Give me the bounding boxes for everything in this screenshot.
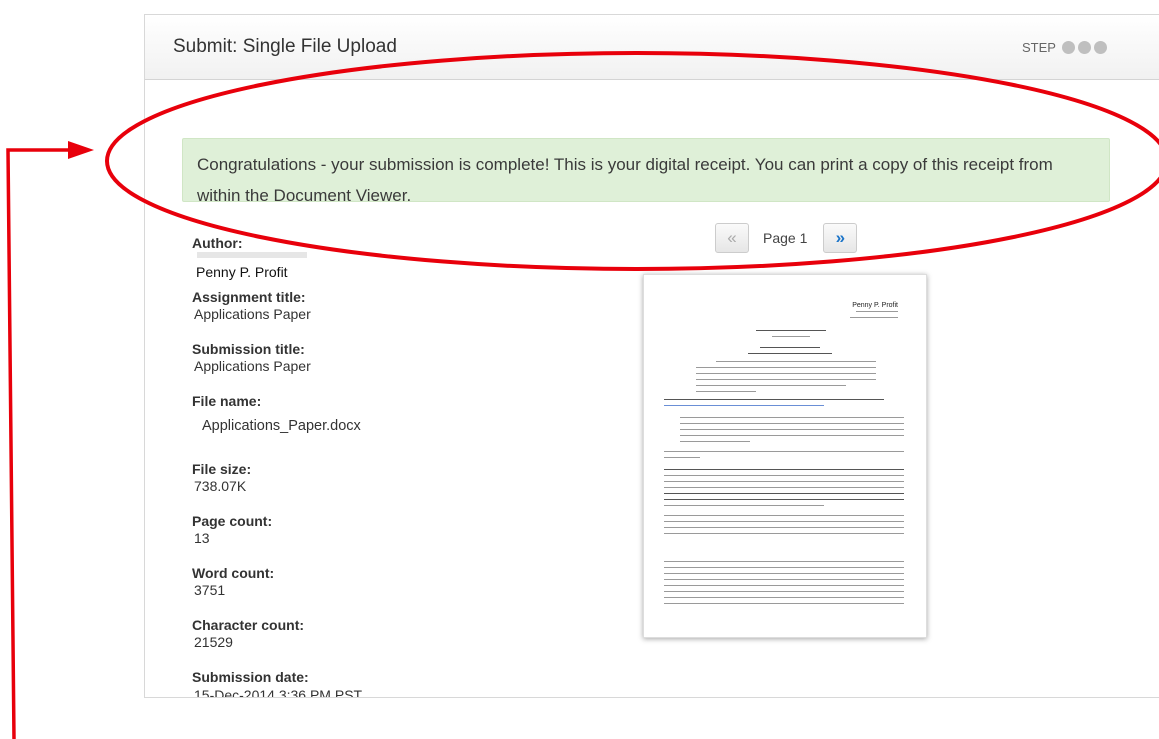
- preview-line: [664, 597, 904, 599]
- step-dots: [1061, 41, 1110, 54]
- page-count-value: 13: [194, 530, 210, 546]
- submission-date-label: Submission date:: [192, 669, 309, 685]
- assignment-title-value: Applications Paper: [194, 306, 311, 322]
- preview-line: [772, 336, 810, 338]
- preview-line: [664, 493, 904, 495]
- preview-line: [664, 527, 904, 529]
- preview-author: Penny P. Profit: [852, 302, 898, 309]
- submission-title-value: Applications Paper: [194, 358, 311, 374]
- preview-line: [680, 435, 904, 437]
- preview-line: [664, 469, 904, 471]
- preview-line: [664, 405, 824, 407]
- preview-line: [696, 367, 876, 369]
- preview-line: [664, 499, 904, 501]
- preview-line: [756, 330, 826, 332]
- preview-line: [664, 487, 904, 489]
- step-label: STEP: [1022, 40, 1056, 55]
- preview-line: [664, 505, 824, 507]
- page-label: Page 1: [763, 230, 808, 246]
- submission-panel: Submit: Single File Upload STEP Congratu…: [144, 14, 1159, 698]
- file-size-value: 738.07K: [194, 478, 247, 494]
- preview-line: [680, 441, 750, 443]
- preview-line: [664, 561, 904, 563]
- page-count-label: Page count:: [192, 513, 273, 529]
- panel-title: Submit: Single File Upload: [173, 36, 397, 57]
- character-count-label: Character count:: [192, 617, 305, 633]
- submission-date-value: 15-Dec-2014 3:36 PM PST: [194, 687, 363, 698]
- author-value: Penny P. Profit: [196, 264, 288, 280]
- word-count-value: 3751: [194, 582, 226, 598]
- word-count-label: Word count:: [192, 565, 275, 581]
- red-arrow-head: [68, 141, 94, 159]
- preview-line: [664, 567, 904, 569]
- preview-line: [664, 399, 884, 401]
- preview-line: [716, 361, 876, 363]
- preview-line: [850, 317, 898, 319]
- author-label: Author:: [192, 235, 243, 251]
- next-page-button[interactable]: »: [823, 223, 858, 253]
- panel-header: Submit: Single File Upload STEP: [145, 15, 1159, 80]
- preview-line: [748, 353, 832, 355]
- file-size-label: File size:: [192, 461, 252, 477]
- preview-line: [664, 457, 700, 459]
- success-alert: Congratulations - your submission is com…: [182, 138, 1110, 205]
- preview-line: [664, 515, 904, 517]
- preview-line: [664, 475, 904, 477]
- step-dot-2: [1077, 41, 1091, 54]
- step-dot-1: [1061, 41, 1075, 54]
- page-navigator: « Page 1 »: [715, 222, 858, 254]
- character-count-value: 21529: [194, 634, 233, 650]
- preview-line: [696, 373, 876, 375]
- preview-line: [664, 533, 904, 535]
- preview-line: [664, 481, 904, 483]
- preview-line: [664, 603, 904, 605]
- preview-line: [664, 573, 904, 575]
- preview-line: [664, 591, 904, 593]
- preview-line: [696, 391, 756, 393]
- preview-line: [680, 417, 904, 419]
- preview-line: [696, 385, 846, 387]
- preview-line: [664, 451, 904, 453]
- step-dot-3: [1093, 41, 1107, 54]
- file-name-label: File name:: [192, 393, 262, 409]
- submission-title-label: Submission title:: [192, 341, 305, 357]
- previous-page-button[interactable]: «: [715, 223, 749, 253]
- assignment-title-label: Assignment title:: [192, 289, 306, 305]
- red-arrow-line: [6, 148, 80, 739]
- file-name-value: Applications_Paper.docx: [202, 418, 361, 434]
- preview-line: [680, 423, 904, 425]
- preview-line: [664, 579, 904, 581]
- preview-line: [664, 521, 904, 523]
- document-preview[interactable]: Penny P. Profit: [643, 274, 927, 638]
- author-faded-text: [197, 252, 307, 258]
- preview-line: [760, 347, 820, 349]
- preview-line: [664, 585, 904, 587]
- step-indicator: STEP: [1022, 40, 1110, 55]
- preview-line: [856, 311, 898, 313]
- preview-line: [680, 429, 904, 431]
- preview-line: [696, 379, 876, 381]
